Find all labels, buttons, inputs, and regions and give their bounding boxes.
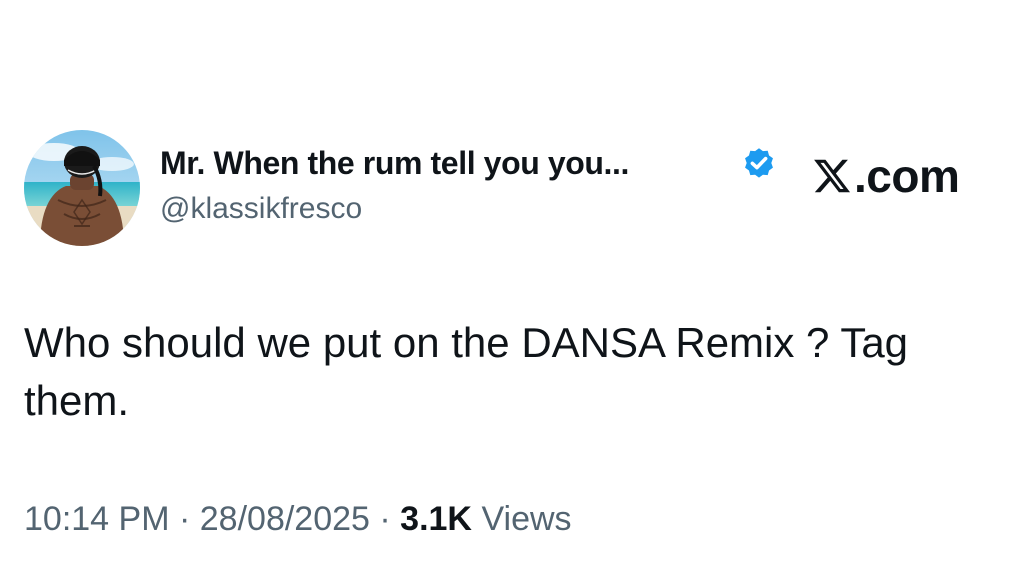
display-name[interactable]: Mr. When the rum tell you you... <box>160 145 629 182</box>
avatar[interactable] <box>24 130 140 246</box>
views-label: Views <box>481 500 572 538</box>
meta-separator: · <box>178 500 191 538</box>
x-logo-icon <box>814 159 851 193</box>
tweet-time[interactable]: 10:14 PM <box>24 500 170 538</box>
tweet-meta: 10:14 PM · 28/08/2025 · 3.1K Views <box>24 500 572 539</box>
views-count: 3.1K <box>400 500 472 538</box>
handle[interactable]: @klassikfresco <box>160 192 362 226</box>
tweet-text: Who should we put on the DANSA Remix ? T… <box>24 319 909 424</box>
tweet-date[interactable]: 28/08/2025 <box>200 500 370 538</box>
verified-badge-icon <box>745 148 773 178</box>
x-brand-logo: .com <box>812 150 960 202</box>
meta-separator: · <box>379 500 391 538</box>
brand-domain-text: .com <box>854 150 960 202</box>
avatar-photo <box>24 130 140 246</box>
